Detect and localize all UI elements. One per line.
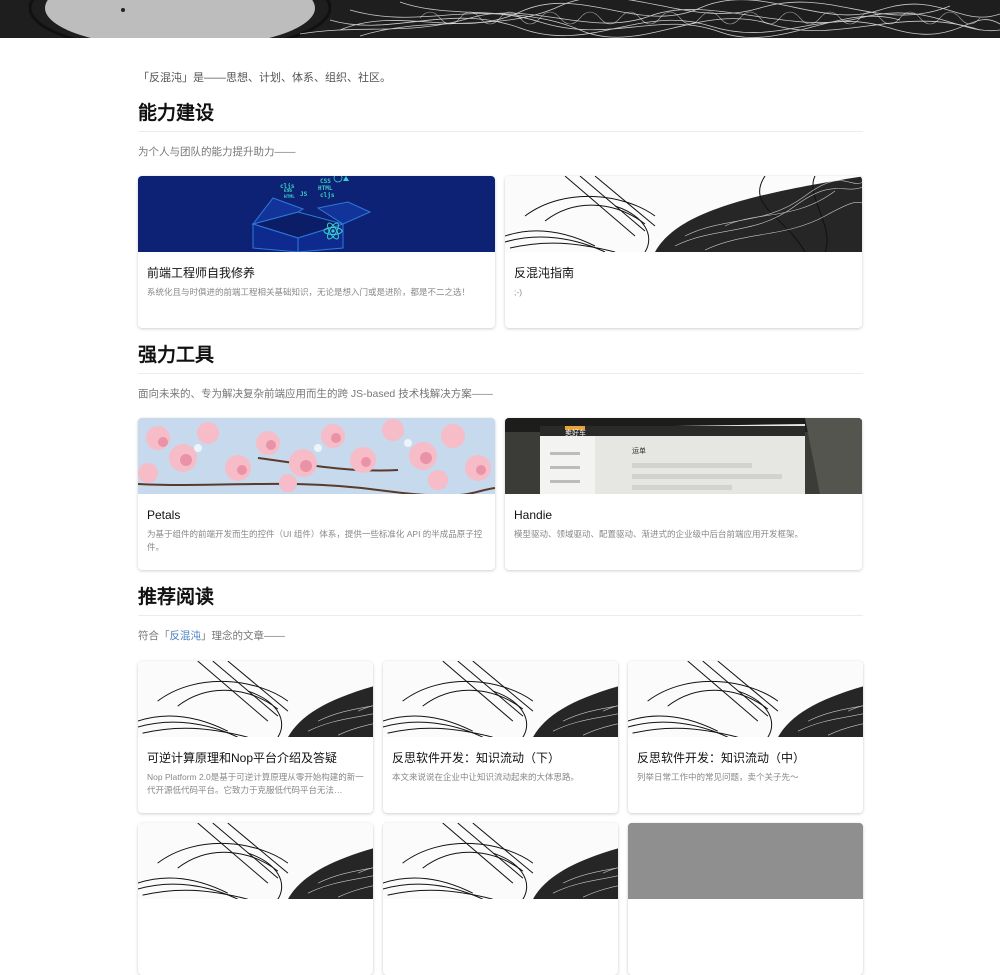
card-thumbnail (628, 823, 863, 899)
card-title: Petals (147, 508, 181, 522)
card-thumbnail (138, 418, 495, 494)
sketch-illustration (628, 661, 863, 737)
card-title: 反混沌指南 (514, 266, 575, 280)
section-title-capability: 能力建设 (138, 102, 863, 132)
card-title: 反思软件开发：知识流动（中） (637, 751, 806, 765)
section-desc-reading: 符合「反混沌」理念的文章—— (138, 630, 285, 642)
capability-card-list: cljs CSS HTML cljs JS ES6 HTML 前端工程师自我修养… (138, 176, 863, 328)
card-thumbnail (138, 823, 373, 899)
card-handie[interactable]: 卖好车 运单 Handie 模型驱动、领域驱动、配置驱动、渐进式的企业级中后台前… (505, 418, 862, 570)
card-description: 模型驱动、领域驱动、配置驱动、渐进式的企业级中后台前端应用开发框架。 (514, 529, 804, 539)
card-title: Handie (514, 508, 553, 522)
card-petals[interactable]: Petals 为基于组件的前端开发而生的控件（UI 组件）体系，提供一些标准化 … (138, 418, 495, 570)
section-desc-capability: 为个人与团队的能力提升助力—— (138, 146, 296, 158)
sketch-illustration (383, 823, 618, 899)
svg-text:ES6: ES6 (284, 188, 292, 194)
card-description: ;-) (514, 287, 523, 297)
card-thumbnail (505, 176, 862, 252)
card-frontend-engineer[interactable]: cljs CSS HTML cljs JS ES6 HTML 前端工程师自我修养… (138, 176, 495, 328)
screen-photo: 卖好车 运单 (505, 418, 862, 494)
card-article-next[interactable] (383, 823, 618, 975)
card-thumbnail (383, 823, 618, 899)
hero-illustration (0, 0, 1000, 38)
card-thumbnail: 卖好车 运单 (505, 418, 862, 494)
svg-text:运单: 运单 (632, 446, 646, 455)
card-body: 前端工程师自我修养 系统化且与时俱进的前端工程相关基础知识，无论是想入门或是进阶… (138, 252, 495, 299)
card-antichaos-guide[interactable]: 反混沌指南 ;-) (505, 176, 862, 328)
card-article-knowledge-flow-3[interactable]: 反思软件开发：知识流动（下） 本文来说说在企业中让知识流动起来的大体思路。 (383, 661, 618, 813)
sketch-illustration (138, 661, 373, 737)
card-title: 前端工程师自我修养 (147, 266, 256, 280)
card-description: 为基于组件的前端开发而生的控件（UI 组件）体系，提供一些标准化 API 的半成… (147, 529, 483, 552)
svg-text:HTML: HTML (318, 185, 333, 192)
card-thumbnail (383, 661, 618, 737)
section-title-tools: 强力工具 (138, 344, 863, 374)
main-content: 「反混沌」是——思想、计划、体系、组织、社区。 能力建设 为个人与团队的能力提升… (138, 38, 863, 975)
svg-text:卖好车: 卖好车 (565, 428, 586, 437)
gray-photo (628, 823, 863, 899)
card-body: 反思软件开发：知识流动（中） 列举日常工作中的常见问题，卖个关子先～ (628, 737, 863, 784)
card-thumbnail (138, 661, 373, 737)
card-body: 反思软件开发：知识流动（下） 本文来说说在企业中让知识流动起来的大体思路。 (383, 737, 618, 784)
card-thumbnail: cljs CSS HTML cljs JS ES6 HTML (138, 176, 495, 252)
intro-text: 「反混沌」是——思想、计划、体系、组织、社区。 (138, 72, 391, 84)
card-description: Nop Platform 2.0是基于可逆计算原理从零开始构建的新一代开源低代码… (147, 772, 364, 795)
card-description: 系统化且与时俱进的前端工程相关基础知识，无论是想入门或是进阶，都是不二之选！ (147, 287, 471, 297)
code-box-illustration: cljs CSS HTML cljs JS ES6 HTML (138, 176, 495, 252)
card-body: 可逆计算原理和Nop平台介绍及答疑 Nop Platform 2.0是基于可逆计… (138, 737, 373, 797)
section-desc-tools: 面向未来的、专为解决复杂前端应用而生的跨 JS-based 技术栈解决方案—— (138, 388, 493, 400)
card-body: Handie 模型驱动、领域驱动、配置驱动、渐进式的企业级中后台前端应用开发框架… (505, 494, 862, 541)
sketch-illustration (138, 823, 373, 899)
card-body: 反混沌指南 ;-) (505, 252, 862, 299)
sketch-illustration (383, 661, 618, 737)
sketch-illustration (505, 176, 862, 252)
card-article-knowledge-flow-2[interactable]: 反思软件开发：知识流动（中） 列举日常工作中的常见问题，卖个关子先～ (628, 661, 863, 813)
card-article-next[interactable] (138, 823, 373, 975)
reading-card-list-next (138, 823, 863, 975)
card-description: 列举日常工作中的常见问题，卖个关子先～ (637, 772, 799, 782)
svg-text:JS: JS (300, 191, 308, 198)
svg-text:CSS: CSS (320, 178, 331, 185)
card-article-nop[interactable]: 可逆计算原理和Nop平台介绍及答疑 Nop Platform 2.0是基于可逆计… (138, 661, 373, 813)
cherry-blossom-photo (138, 418, 495, 494)
antichaos-link[interactable]: 反混沌 (170, 630, 202, 642)
svg-text:HTML: HTML (284, 194, 295, 200)
section-title-reading: 推荐阅读 (138, 586, 863, 616)
svg-text:cljs: cljs (320, 192, 335, 199)
card-description: 本文来说说在企业中让知识流动起来的大体思路。 (392, 772, 580, 782)
card-title: 反思软件开发：知识流动（下） (392, 751, 561, 765)
card-body: Petals 为基于组件的前端开发而生的控件（UI 组件）体系，提供一些标准化 … (138, 494, 495, 554)
card-thumbnail (628, 661, 863, 737)
card-title: 可逆计算原理和Nop平台介绍及答疑 (147, 751, 338, 765)
tools-card-list: Petals 为基于组件的前端开发而生的控件（UI 组件）体系，提供一些标准化 … (138, 418, 863, 570)
reading-card-list: 可逆计算原理和Nop平台介绍及答疑 Nop Platform 2.0是基于可逆计… (138, 661, 863, 813)
hero-banner (0, 0, 1000, 38)
card-article-next[interactable] (628, 823, 863, 975)
